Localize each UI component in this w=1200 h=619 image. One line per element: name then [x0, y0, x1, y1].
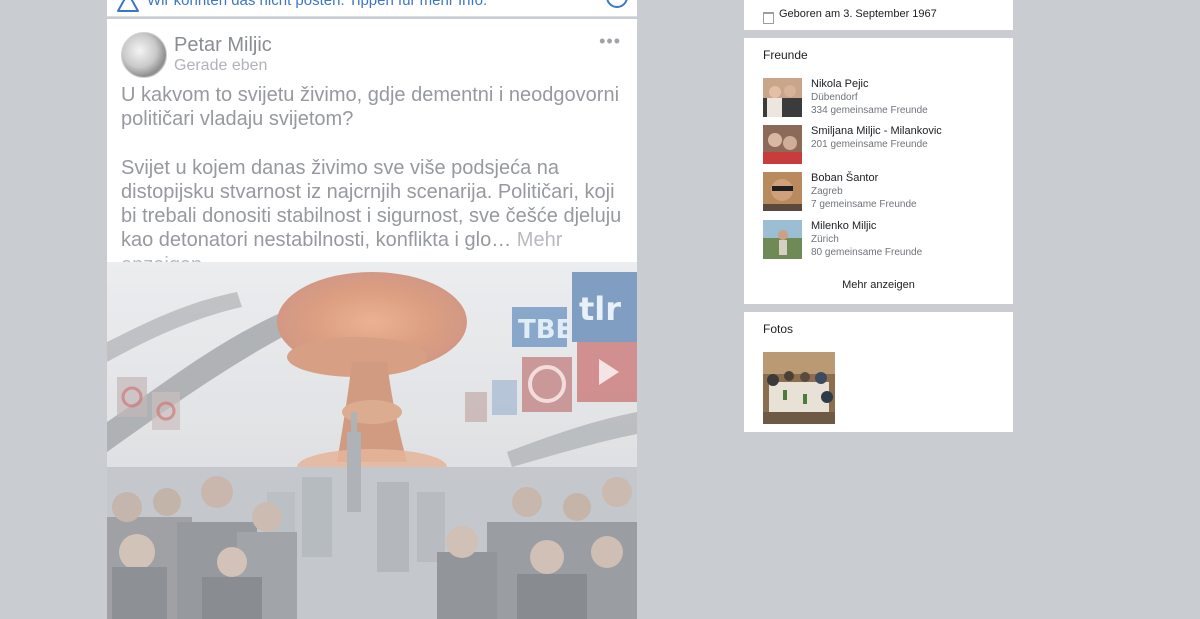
- friend-name[interactable]: Nikola Pejic: [811, 78, 868, 90]
- friend-photo[interactable]: [763, 220, 802, 259]
- friend-item[interactable]: Milenko Miljic Zürich 80 gemeinsame Freu…: [763, 220, 1003, 262]
- friend-item[interactable]: Nikola Pejic Dübendorf 334 gemeinsame Fr…: [763, 78, 1003, 120]
- author-avatar[interactable]: [121, 32, 167, 78]
- birthday-card: Geboren am 3. September 1967: [744, 0, 1013, 30]
- friend-mutual: 7 gemeinsame Freunde: [811, 199, 917, 210]
- birthday-text: Geboren am 3. September 1967: [779, 8, 937, 20]
- friend-item[interactable]: Boban Šantor Zagreb 7 gemeinsame Freunde: [763, 172, 1003, 214]
- post-body: U kakvom to svijetu živimo, gdje dementn…: [121, 83, 627, 277]
- friend-photo[interactable]: [763, 125, 802, 164]
- photo-thumbnail[interactable]: [763, 352, 835, 424]
- post-image[interactable]: TBE tlr: [107, 262, 637, 619]
- friend-location: Dübendorf: [811, 92, 858, 103]
- friend-item[interactable]: Smiljana Miljic - Milankovic 201 gemeins…: [763, 125, 1003, 167]
- post-timestamp: Gerade eben: [174, 57, 268, 74]
- photos-title[interactable]: Fotos: [763, 322, 793, 336]
- friend-mutual: 334 gemeinsame Freunde: [811, 105, 928, 116]
- more-options-icon[interactable]: •••: [599, 31, 621, 52]
- post-error-banner[interactable]: Wir konnten das nicht posten. Tippen für…: [107, 0, 637, 17]
- friend-photo[interactable]: [763, 78, 802, 117]
- friend-mutual: 201 gemeinsame Freunde: [811, 139, 928, 150]
- friend-name[interactable]: Smiljana Miljic - Milankovic: [811, 125, 942, 137]
- post-card: Petar Miljic Gerade eben ••• U kakvom to…: [107, 19, 637, 619]
- friend-name[interactable]: Boban Šantor: [811, 172, 878, 184]
- warning-icon: [117, 0, 139, 12]
- friend-location: Zagreb: [811, 186, 843, 197]
- show-more-friends-button[interactable]: Mehr anzeigen: [744, 279, 1013, 291]
- photos-card: Fotos: [744, 312, 1013, 432]
- post-author-name[interactable]: Petar Miljic: [174, 34, 272, 57]
- friend-mutual: 80 gemeinsame Freunde: [811, 247, 923, 258]
- friend-photo[interactable]: [763, 172, 802, 211]
- error-banner-text[interactable]: Wir konnten das nicht posten. Tippen für…: [147, 0, 487, 9]
- post-paragraph-1: U kakvom to svijetu živimo, gdje dementn…: [121, 84, 620, 131]
- post-paragraph-2: Svijet u kojem danas živimo sve više pod…: [121, 156, 627, 277]
- friend-location: Zürich: [811, 234, 839, 245]
- calendar-icon: [763, 12, 774, 24]
- info-icon[interactable]: [606, 0, 628, 8]
- friends-title[interactable]: Freunde: [763, 48, 808, 62]
- friend-name[interactable]: Milenko Miljic: [811, 220, 876, 232]
- friends-card: Freunde Nikola Pejic Dübendorf 334 gemei…: [744, 38, 1013, 304]
